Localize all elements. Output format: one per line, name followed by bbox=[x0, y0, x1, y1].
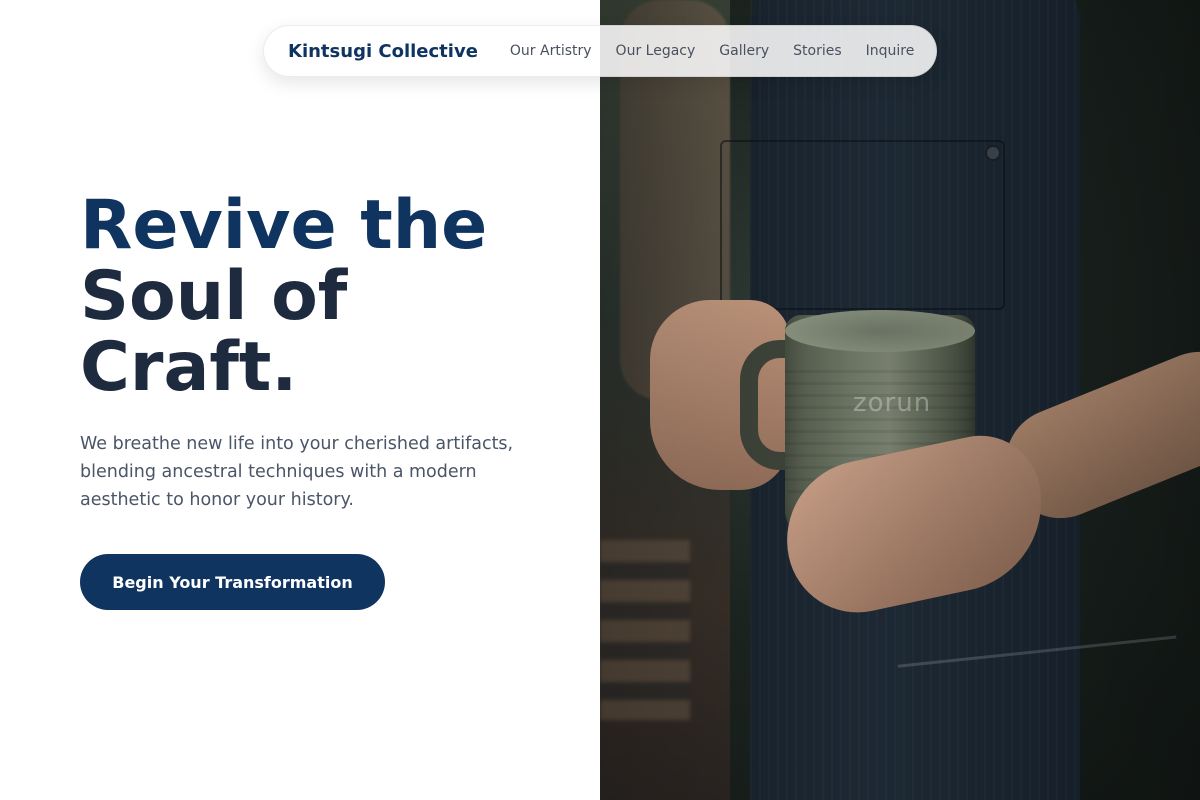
hero-headline: Revive the Soul of Craft. bbox=[80, 190, 580, 403]
begin-transformation-button[interactable]: Begin Your Transformation bbox=[80, 554, 385, 610]
nav-link-our-legacy[interactable]: Our Legacy bbox=[616, 43, 696, 59]
headline-line-3: Craft. bbox=[80, 328, 298, 407]
nav-link-gallery[interactable]: Gallery bbox=[719, 43, 769, 59]
brand-logo[interactable]: Kintsugi Collective bbox=[288, 41, 478, 62]
nav-links: Our Artistry Our Legacy Gallery Stories … bbox=[510, 43, 914, 59]
nav-link-inquire[interactable]: Inquire bbox=[866, 43, 915, 59]
hero-image: zorun bbox=[600, 0, 1200, 800]
hero-subtext: We breathe new life into your cherished … bbox=[80, 434, 514, 510]
headline-line-1: Revive the bbox=[80, 186, 488, 265]
nav-link-stories[interactable]: Stories bbox=[793, 43, 842, 59]
top-navigation: Kintsugi Collective Our Artistry Our Leg… bbox=[263, 25, 937, 77]
nav-link-our-artistry[interactable]: Our Artistry bbox=[510, 43, 592, 59]
headline-line-2: Soul of bbox=[80, 257, 348, 336]
hero-left-panel: Revive the Soul of Craft. We breathe new… bbox=[0, 0, 600, 800]
